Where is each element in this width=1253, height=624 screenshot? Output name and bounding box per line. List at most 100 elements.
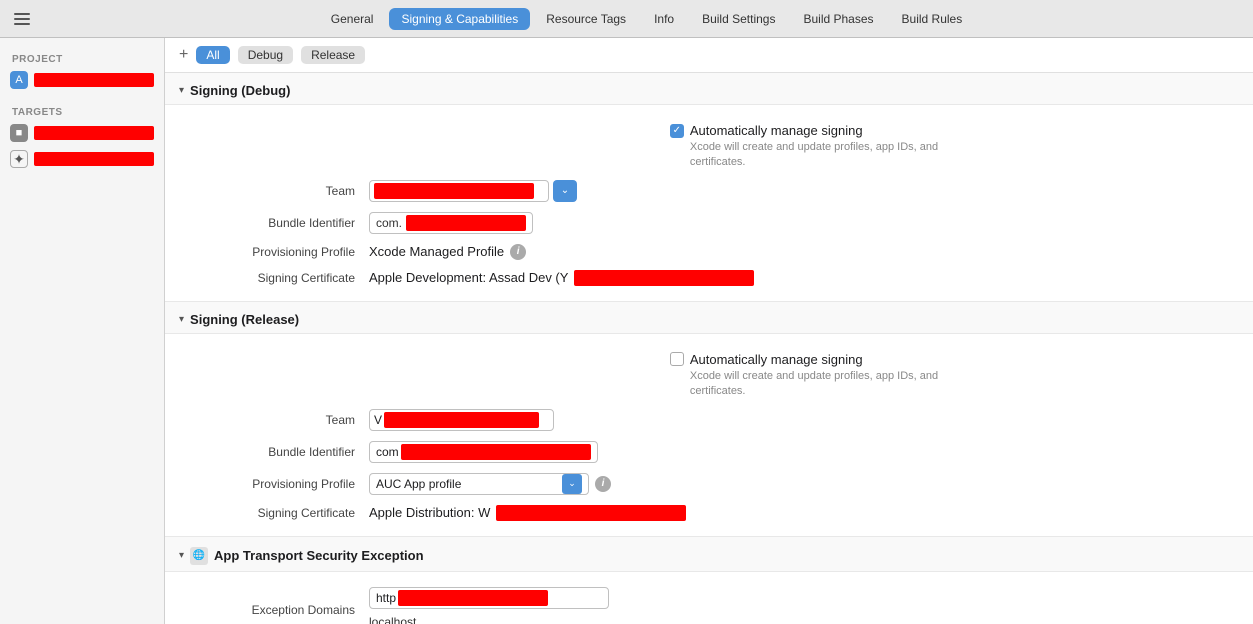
signing-debug-auto-manage-label-row: ✓ Automatically manage signing — [670, 123, 938, 138]
signing-debug-auto-manage-content: ✓ Automatically manage signing Xcode wil… — [670, 123, 938, 171]
filter-release-button[interactable]: Release — [301, 46, 365, 64]
tab-resource-tags[interactable]: Resource Tags — [534, 8, 638, 30]
signing-debug-provision-label: Provisioning Profile — [179, 245, 369, 259]
signing-release-team-row: Team V — [165, 404, 1253, 436]
signing-debug-bundle-value: com. — [369, 212, 1239, 234]
target1-name-bar — [34, 126, 154, 140]
signing-release-provision-info-icon[interactable]: i — [595, 476, 611, 492]
tab-info[interactable]: Info — [642, 8, 686, 30]
signing-debug-auto-manage-label: Automatically manage signing — [690, 123, 863, 138]
signing-release-team-bar — [384, 412, 539, 428]
sidebar-project-item[interactable]: A — [0, 67, 164, 93]
signing-debug-team-label: Team — [179, 184, 369, 198]
signing-debug-bundle-row: Bundle Identifier com. — [165, 207, 1253, 239]
exception-domains-label: Exception Domains — [179, 603, 369, 617]
sidebar: PROJECT A TARGETS ■ ✦ — [0, 38, 165, 624]
signing-release-auto-manage-checkbox[interactable] — [670, 352, 684, 366]
signing-release-cert-label: Signing Certificate — [179, 506, 369, 520]
signing-release-team-label: Team — [179, 413, 369, 427]
tab-signing-capabilities[interactable]: Signing & Capabilities — [389, 8, 530, 30]
signing-debug-bundle-bar — [406, 215, 526, 231]
signing-release-bundle-row: Bundle Identifier com — [165, 436, 1253, 468]
main-area: PROJECT A TARGETS ■ ✦ + All Debug Releas… — [0, 38, 1253, 624]
signing-release-chevron[interactable]: ▾ — [179, 314, 184, 325]
top-toolbar: General Signing & Capabilities Resource … — [0, 0, 1253, 38]
filter-debug-button[interactable]: Debug — [238, 46, 293, 64]
signing-debug-team-bar — [374, 183, 534, 199]
target2-icon: ✦ — [10, 150, 28, 168]
target1-icon: ■ — [10, 124, 28, 142]
domain1-prefix: http — [376, 591, 396, 605]
filter-bar: + All Debug Release — [165, 38, 1253, 73]
ats-section: ▾ 🌐 App Transport Security Exception Exc… — [165, 537, 1253, 624]
sidebar-toggle-button[interactable] — [10, 7, 34, 31]
signing-release-provision-text: AUC App profile — [376, 477, 558, 491]
signing-debug-cert-prefix: Apple Development: Assad Dev (Y — [369, 270, 568, 285]
exception-domains-value: http localhost — [369, 587, 1239, 624]
signing-debug-provision-row: Provisioning Profile Xcode Managed Profi… — [165, 239, 1253, 265]
ats-section-icon: 🌐 — [190, 547, 208, 565]
provision-select-arrow-icon: ⌄ — [562, 474, 582, 494]
signing-debug-auto-manage-checkbox[interactable]: ✓ — [670, 124, 684, 138]
sidebar-target2-item[interactable]: ✦ — [0, 146, 164, 172]
sidebar-target1-item[interactable]: ■ — [0, 120, 164, 146]
signing-release-form: Automatically manage signing Xcode will … — [165, 334, 1253, 537]
signing-release-team-prefix: V — [374, 413, 382, 427]
tab-build-rules[interactable]: Build Rules — [890, 8, 975, 30]
ats-title: App Transport Security Exception — [214, 548, 424, 563]
tab-build-settings[interactable]: Build Settings — [690, 8, 787, 30]
signing-debug-bundle-input-wrap[interactable]: com. — [369, 212, 533, 234]
project-icon: A — [10, 71, 28, 89]
signing-release-section: ▾ Signing (Release) Automatically manage… — [165, 302, 1253, 537]
exception-domains-row: Exception Domains http localhost — [165, 582, 1253, 624]
signing-debug-team-row: Team ⌄ — [165, 175, 1253, 207]
signing-debug-cert-value: Apple Development: Assad Dev (Y — [369, 270, 1239, 286]
domain1-bar — [398, 590, 548, 606]
ats-chevron[interactable]: ▾ — [179, 550, 184, 561]
add-capability-button[interactable]: + — [179, 47, 188, 63]
signing-release-auto-manage-desc: Xcode will create and update profiles, a… — [690, 369, 938, 400]
signing-release-provision-select[interactable]: AUC App profile ⌄ — [369, 473, 589, 495]
signing-release-auto-manage-label-row: Automatically manage signing — [670, 352, 938, 367]
signing-debug-chevron[interactable]: ▾ — [179, 85, 184, 96]
signing-release-provision-row: Provisioning Profile AUC App profile ⌄ i — [165, 468, 1253, 500]
ats-form: Exception Domains http localhost — [165, 572, 1253, 624]
signing-debug-provision-info-icon[interactable]: i — [510, 244, 526, 260]
signing-release-bundle-bar — [401, 444, 591, 460]
signing-release-auto-manage-content: Automatically manage signing Xcode will … — [670, 352, 938, 400]
signing-release-bundle-prefix: com — [376, 445, 399, 459]
signing-release-header: ▾ Signing (Release) — [165, 302, 1253, 334]
signing-debug-provision-value: Xcode Managed Profile i — [369, 244, 1239, 260]
signing-release-auto-manage-row: Automatically manage signing Xcode will … — [165, 344, 1253, 404]
targets-section-label: TARGETS — [0, 103, 164, 120]
signing-release-cert-prefix: Apple Distribution: W — [369, 505, 490, 520]
ats-header: ▾ 🌐 App Transport Security Exception — [165, 537, 1253, 572]
signing-debug-cert-label: Signing Certificate — [179, 271, 369, 285]
signing-debug-bundle-label: Bundle Identifier — [179, 216, 369, 230]
signing-release-provision-value: AUC App profile ⌄ i — [369, 473, 1239, 495]
signing-release-team-value: V — [369, 409, 1239, 431]
nav-tabs: General Signing & Capabilities Resource … — [50, 8, 1243, 30]
signing-release-bundle-value: com — [369, 441, 1239, 463]
signing-release-bundle-label: Bundle Identifier — [179, 445, 369, 459]
check-icon: ✓ — [673, 125, 681, 136]
signing-debug-team-select-button[interactable]: ⌄ — [553, 180, 577, 202]
signing-release-cert-bar — [496, 505, 686, 521]
signing-debug-team-value: ⌄ — [369, 180, 1239, 202]
signing-release-cert-value: Apple Distribution: W — [369, 505, 1239, 521]
filter-all-button[interactable]: All — [196, 46, 229, 64]
signing-debug-title: Signing (Debug) — [190, 83, 290, 98]
tab-build-phases[interactable]: Build Phases — [791, 8, 885, 30]
signing-debug-form: ✓ Automatically manage signing Xcode wil… — [165, 105, 1253, 302]
project-name-bar — [34, 73, 154, 87]
signing-debug-section: ▾ Signing (Debug) ✓ Automatically manage… — [165, 73, 1253, 302]
signing-release-auto-manage-label: Automatically manage signing — [690, 352, 863, 367]
domain1-row: http — [369, 587, 609, 609]
signing-debug-auto-manage-desc: Xcode will create and update profiles, a… — [690, 140, 938, 171]
tab-general[interactable]: General — [319, 8, 386, 30]
content-area: + All Debug Release ▾ Signing (Debug) ✓ — [165, 38, 1253, 624]
signing-debug-header: ▾ Signing (Debug) — [165, 73, 1253, 105]
signing-release-provision-label: Provisioning Profile — [179, 477, 369, 491]
signing-debug-auto-manage-row: ✓ Automatically manage signing Xcode wil… — [165, 115, 1253, 175]
signing-debug-cert-bar — [574, 270, 754, 286]
